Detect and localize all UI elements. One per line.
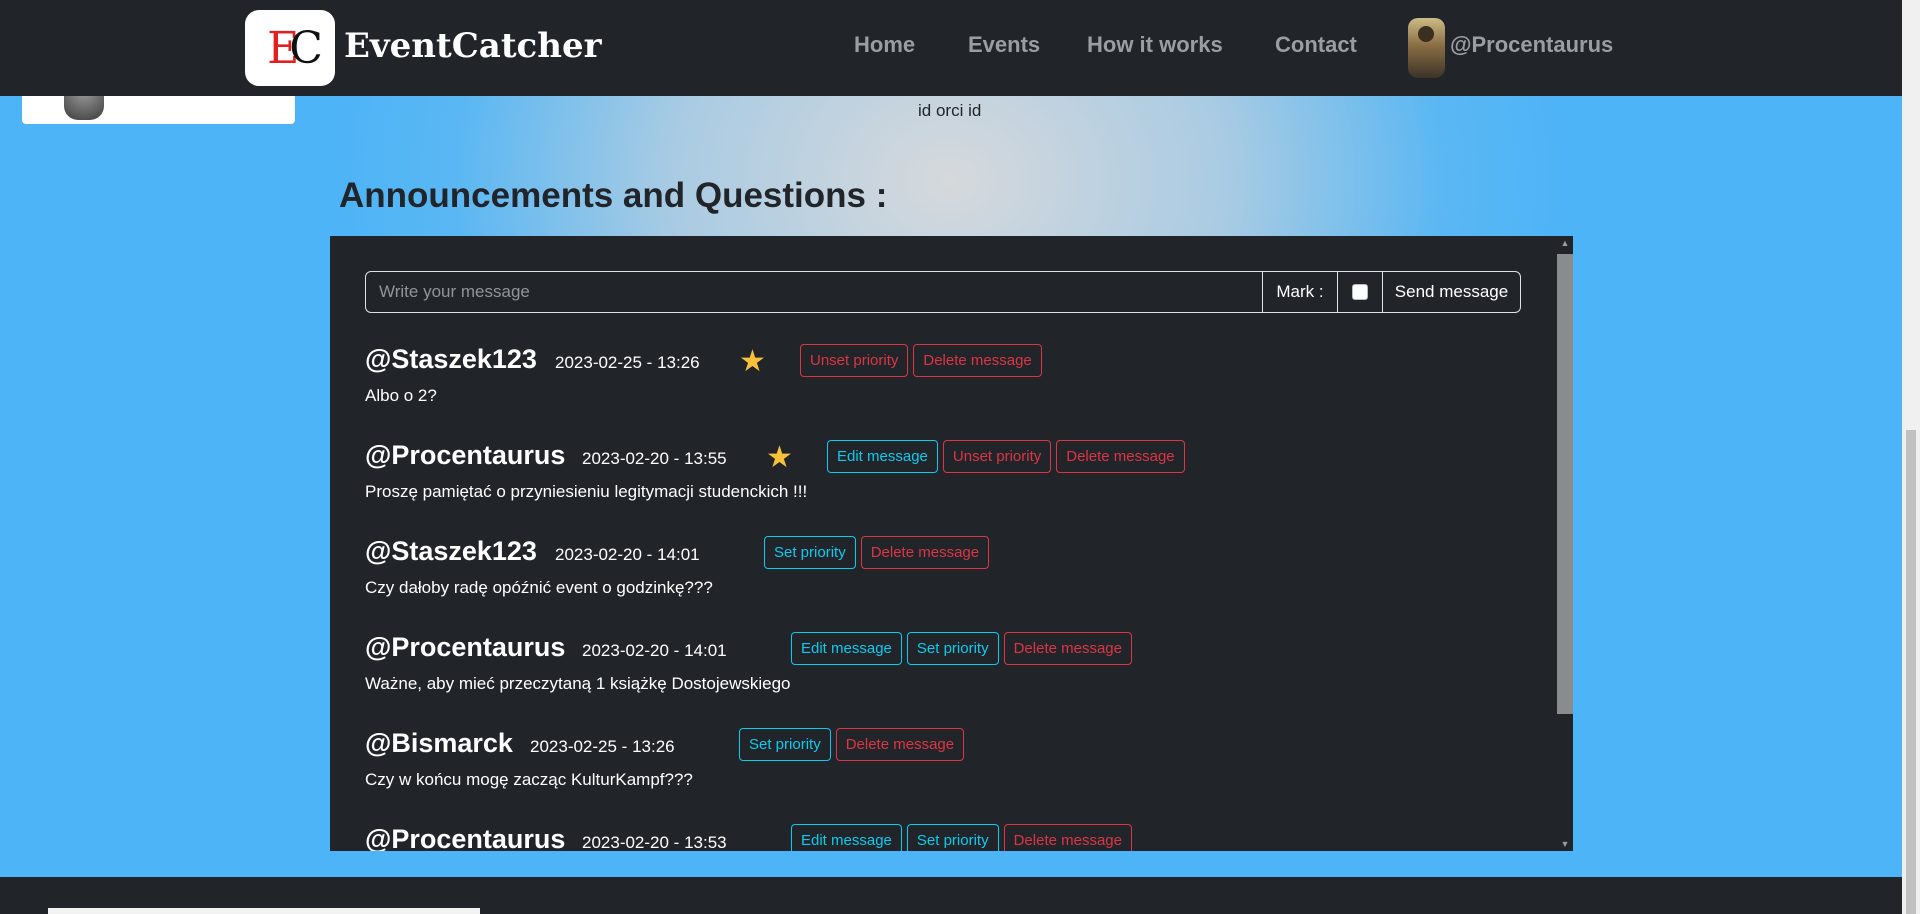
user-profile-link[interactable]: @Procentaurus	[1450, 32, 1613, 58]
set-priority-button[interactable]: Set priority	[739, 728, 831, 761]
mark-checkbox[interactable]	[1352, 284, 1368, 300]
message-actions: Edit message Set priority Delete message	[791, 632, 1132, 665]
delete-message-button[interactable]: Delete message	[913, 344, 1042, 377]
message-date: 2023-02-25 - 13:26	[555, 353, 700, 372]
message-text: Proszę pamiętać o przyniesieniu legityma…	[365, 482, 808, 501]
message-date: 2023-02-20 - 13:55	[582, 449, 727, 468]
message-item: @Bismarck 2023-02-25 - 13:26 Set priorit…	[365, 728, 1515, 808]
message-item: @Staszek123 2023-02-25 - 13:26 ★ Unset p…	[365, 344, 1515, 424]
panel-scroll-thumb[interactable]	[1557, 254, 1573, 714]
compose-bar: Mark : Send message	[365, 271, 1521, 313]
message-text: Czy dałoby radę opóźnić event o godzinkę…	[365, 578, 713, 597]
message-date: 2023-02-20 - 14:01	[555, 545, 700, 564]
navbar: EC EventCatcher Home Events How it works…	[0, 0, 1902, 96]
message-actions: Edit message Unset priority Delete messa…	[827, 440, 1185, 473]
brand-name[interactable]: EventCatcher	[344, 26, 602, 66]
message-actions: Unset priority Delete message	[800, 344, 1042, 377]
message-actions: Set priority Delete message	[764, 536, 990, 569]
event-description: id orci id	[918, 101, 982, 120]
message-text: Albo o 2?	[365, 386, 437, 405]
send-message-button[interactable]: Send message	[1382, 272, 1520, 312]
star-icon: ★	[766, 441, 793, 474]
message-item: @Staszek123 2023-02-20 - 14:01 Set prior…	[365, 536, 1515, 616]
nav-events[interactable]: Events	[968, 32, 1040, 58]
message-author[interactable]: @Procentaurus	[365, 632, 565, 663]
message-actions: Set priority Delete message	[739, 728, 965, 761]
message-author[interactable]: @Staszek123	[365, 536, 537, 567]
message-item: @Procentaurus 2023-02-20 - 13:55 ★ Edit …	[365, 440, 1515, 520]
message-author[interactable]: @Procentaurus	[365, 440, 565, 471]
mark-checkbox-cell[interactable]	[1337, 272, 1382, 312]
scroll-down-icon[interactable]: ▼	[1560, 839, 1570, 849]
message-author[interactable]: @Bismarck	[365, 728, 513, 759]
set-priority-button[interactable]: Set priority	[906, 632, 999, 665]
edit-message-button[interactable]: Edit message	[827, 440, 938, 473]
message-item: @Procentaurus 2023-02-20 - 13:53 Edit me…	[365, 824, 1515, 851]
messages-panel: Mark : Send message @Staszek123 2023-02-…	[330, 236, 1573, 851]
scroll-up-icon[interactable]: ▲	[1560, 238, 1570, 248]
logo-mark: EC	[267, 22, 323, 74]
page-scrollbar[interactable]	[1902, 0, 1920, 914]
delete-message-button[interactable]: Delete message	[1003, 824, 1132, 851]
delete-message-button[interactable]: Delete message	[860, 536, 990, 569]
message-date: 2023-02-25 - 13:26	[530, 737, 675, 756]
edit-message-button[interactable]: Edit message	[791, 632, 902, 665]
footer-card	[48, 908, 480, 914]
panel-scrollbar[interactable]: ▲ ▼	[1557, 236, 1573, 851]
message-actions: Edit message Set priority Delete message	[791, 824, 1132, 851]
message-item: @Procentaurus 2023-02-20 - 14:01 Edit me…	[365, 632, 1515, 712]
message-input[interactable]	[366, 272, 1262, 312]
section-title: Announcements and Questions :	[339, 176, 888, 215]
delete-message-button[interactable]: Delete message	[1056, 440, 1185, 473]
mark-label: Mark :	[1262, 272, 1337, 312]
message-text: Ważne, aby mieć przeczytaną 1 książkę Do…	[365, 674, 791, 693]
set-priority-button[interactable]: Set priority	[764, 536, 856, 569]
message-date: 2023-02-20 - 14:01	[582, 641, 727, 660]
set-priority-button[interactable]: Set priority	[906, 824, 999, 851]
page-scroll-thumb[interactable]	[1906, 430, 1916, 914]
delete-message-button[interactable]: Delete message	[1003, 632, 1132, 665]
message-author[interactable]: @Procentaurus	[365, 824, 565, 851]
unset-priority-button[interactable]: Unset priority	[942, 440, 1052, 473]
nav-contact[interactable]: Contact	[1275, 32, 1357, 58]
nav-how-it-works[interactable]: How it works	[1087, 32, 1223, 58]
message-date: 2023-02-20 - 13:53	[582, 833, 727, 851]
nav-home[interactable]: Home	[854, 32, 915, 58]
brand-logo[interactable]: EC	[245, 10, 335, 86]
user-avatar[interactable]	[1408, 18, 1445, 78]
message-text: Czy w końcu mogę zacząc KulturKampf???	[365, 770, 693, 789]
star-icon: ★	[739, 345, 766, 378]
delete-message-button[interactable]: Delete message	[835, 728, 965, 761]
unset-priority-button[interactable]: Unset priority	[800, 344, 909, 377]
message-author[interactable]: @Staszek123	[365, 344, 537, 375]
edit-message-button[interactable]: Edit message	[791, 824, 902, 851]
